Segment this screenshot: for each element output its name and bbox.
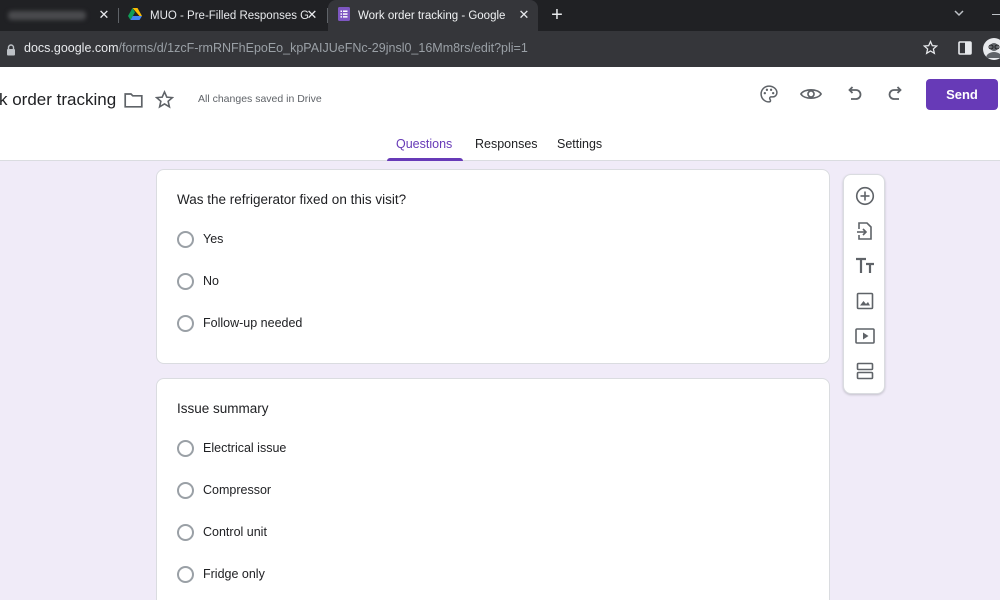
question-title[interactable]: Issue summary [177, 401, 269, 416]
import-questions-icon[interactable] [854, 220, 876, 242]
option-label: Yes [203, 232, 224, 246]
question-card[interactable]: Was the refrigerator fixed on this visit… [156, 169, 830, 364]
preview-eye-icon[interactable] [800, 83, 822, 105]
radio-option[interactable]: Control unit [177, 523, 267, 541]
add-image-icon[interactable] [854, 290, 876, 312]
option-label: Fridge only [203, 567, 265, 581]
browser-tab-active[interactable]: Work order tracking - Google Forms ✕ [328, 0, 538, 31]
star-icon[interactable] [153, 88, 175, 110]
add-video-icon[interactable] [854, 325, 876, 347]
radio-button[interactable] [177, 230, 194, 248]
close-tab-icon[interactable]: ✕ [516, 7, 532, 23]
tab-questions[interactable]: Questions [396, 137, 452, 151]
forms-header: k order tracking All changes saved in Dr… [0, 67, 1000, 161]
side-panel-icon[interactable] [958, 41, 972, 60]
google-forms-icon [338, 7, 350, 24]
question-card[interactable]: Issue summary Electrical issue Compresso… [156, 378, 830, 600]
option-label: Follow-up needed [203, 316, 303, 330]
radio-option[interactable]: Follow-up needed [177, 314, 302, 332]
option-label: Control unit [203, 525, 267, 539]
browser-tab-strip: ✕ MUO - Pre-Filled Responses Google Form… [0, 0, 1000, 31]
address-bar[interactable]: docs.google.com/forms/d/1zcF-rmRNFhEpoEo… [0, 31, 1000, 67]
blurred-tab-title [8, 11, 86, 20]
active-tab-indicator [387, 158, 463, 161]
radio-option[interactable]: Yes [177, 230, 223, 248]
save-status: All changes saved in Drive [198, 93, 322, 105]
close-tab-icon[interactable]: ✕ [304, 7, 320, 23]
add-section-icon[interactable] [854, 360, 876, 382]
palette-icon[interactable] [758, 83, 780, 105]
radio-button[interactable] [177, 314, 194, 332]
tab-responses[interactable]: Responses [475, 137, 538, 151]
lock-icon[interactable] [6, 43, 16, 61]
redo-icon[interactable] [885, 83, 907, 105]
option-label: Compressor [203, 483, 272, 497]
add-title-icon[interactable] [854, 255, 876, 277]
radio-option[interactable]: Fridge only [177, 565, 265, 583]
option-label: No [203, 274, 219, 288]
option-label: Electrical issue [203, 441, 287, 455]
bookmark-star-icon[interactable] [922, 40, 939, 60]
radio-button[interactable] [177, 481, 194, 499]
radio-button[interactable] [177, 272, 194, 290]
browser-tab-muo[interactable]: MUO - Pre-Filled Responses Google Forms … [118, 0, 326, 31]
tab-title: Work order tracking - Google Forms [358, 9, 508, 22]
form-title[interactable]: k order tracking [0, 90, 116, 110]
add-question-icon[interactable] [854, 185, 876, 207]
radio-button[interactable] [177, 565, 194, 583]
send-button[interactable]: Send [926, 79, 998, 110]
radio-button[interactable] [177, 439, 194, 457]
browser-tab-blurred[interactable]: ✕ [0, 0, 118, 31]
tab-title: MUO - Pre-Filled Responses Google Forms [150, 9, 308, 22]
close-tab-icon[interactable]: ✕ [96, 7, 112, 23]
folder-icon[interactable] [122, 89, 144, 111]
question-title[interactable]: Was the refrigerator fixed on this visit… [177, 192, 406, 207]
new-tab-button[interactable]: + [548, 5, 566, 25]
tab-search-icon[interactable] [950, 6, 968, 24]
undo-icon[interactable] [843, 83, 865, 105]
profile-avatar[interactable] [983, 38, 1000, 60]
radio-option[interactable]: Compressor [177, 481, 271, 499]
url-text[interactable]: docs.google.com/forms/d/1zcF-rmRNFhEpoEo… [24, 41, 528, 55]
radio-option[interactable]: No [177, 272, 219, 290]
google-drive-icon [128, 7, 142, 24]
question-toolbar [843, 174, 885, 394]
radio-button[interactable] [177, 523, 194, 541]
url-host: docs.google.com [24, 41, 119, 55]
url-path: /forms/d/1zcF-rmRNFhEpoEo_kpPAIJUeFNc-29… [118, 41, 528, 55]
tab-settings[interactable]: Settings [557, 137, 602, 151]
radio-option[interactable]: Electrical issue [177, 439, 286, 457]
minimize-icon[interactable] [992, 14, 1000, 15]
